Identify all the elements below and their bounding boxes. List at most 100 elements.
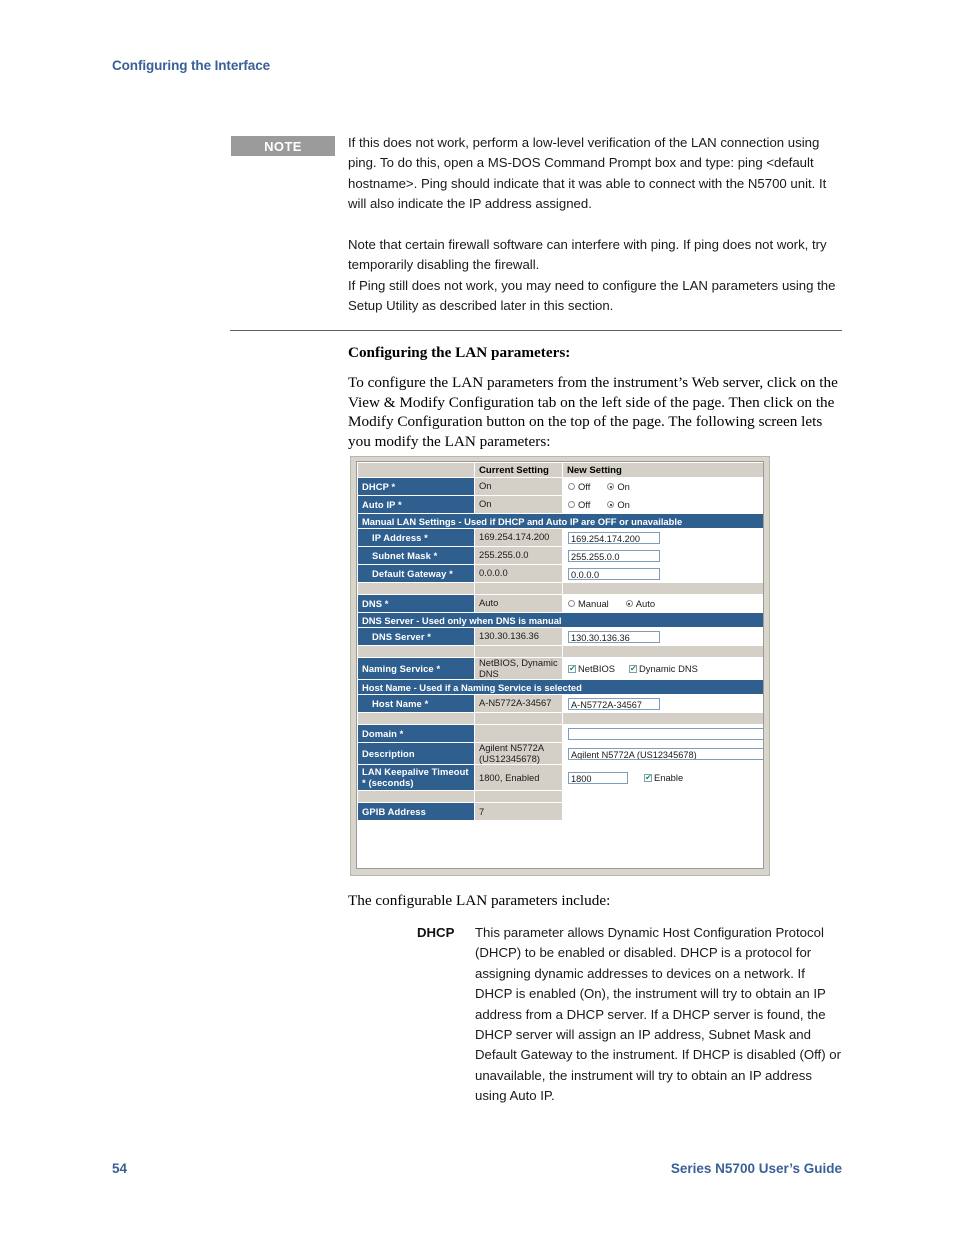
- definition-text-dhcp: This parameter allows Dynamic Host Confi…: [475, 925, 841, 1104]
- dns-server-input[interactable]: 130.30.136.36: [568, 630, 660, 643]
- table-band-dns-server: DNS Server - Used only when DNS is manua…: [357, 612, 763, 628]
- checkbox-checked-icon: [629, 664, 637, 674]
- table-row-auto-ip: Auto IP * On Off On: [357, 495, 763, 514]
- note-paragraph-2: Note that certain firewall software can …: [348, 237, 827, 273]
- spacer-cell: [474, 790, 563, 804]
- row-new-subnet-mask: 255.255.0.0: [562, 546, 763, 565]
- row-label-dns-server: DNS Server *: [357, 627, 475, 646]
- dhcp-radio-on[interactable]: On: [607, 481, 630, 492]
- dns-radio-auto-label: Auto: [635, 598, 656, 609]
- dns-radio-group: Manual Auto: [568, 598, 763, 609]
- auto-ip-radio-group: Off On: [568, 499, 763, 510]
- table-row-domain: Domain *: [357, 724, 763, 744]
- naming-service-netbios-checkbox[interactable]: NetBIOS: [568, 663, 615, 674]
- domain-input[interactable]: [568, 727, 763, 740]
- row-new-naming-service: NetBIOS Dynamic DNS: [562, 656, 763, 681]
- spacer-cell: [357, 582, 475, 595]
- table-band-manual-lan-settings: Manual LAN Settings - Used if DHCP and A…: [357, 513, 763, 529]
- dhcp-radio-off-label: Off: [578, 481, 591, 492]
- row-label-ip-address: IP Address *: [357, 528, 475, 547]
- row-label-default-gateway: Default Gateway *: [357, 564, 475, 583]
- row-new-description: Agilent N5772A (US12345678): [562, 742, 763, 766]
- table-spacer-row: [357, 582, 763, 595]
- configuration-form: Current Setting New Setting DHCP * On Of…: [356, 461, 764, 869]
- dhcp-radio-off[interactable]: Off: [568, 481, 590, 492]
- spacer-cell: [357, 645, 475, 658]
- dns-radio-auto[interactable]: Auto: [625, 598, 656, 609]
- table-row-default-gateway: Default Gateway * 0.0.0.0 0.0.0.0: [357, 564, 763, 583]
- row-current-host-name: A-N5772A-34567: [474, 694, 563, 714]
- row-new-default-gateway: 0.0.0.0: [562, 564, 763, 583]
- column-header-current-setting: Current Setting: [474, 462, 563, 478]
- note-paragraph-3: If Ping still does not work, you may nee…: [348, 277, 836, 314]
- ip-address-input[interactable]: 169.254.174.200: [568, 531, 660, 544]
- footer-guide-title: Series N5700 User’s Guide: [670, 1161, 842, 1176]
- row-current-lan-keepalive: 1800, Enabled: [474, 764, 563, 792]
- table-spacer-row: [357, 712, 763, 726]
- row-label-auto-ip: Auto IP *: [357, 495, 475, 514]
- description-input[interactable]: Agilent N5772A (US12345678): [568, 748, 763, 761]
- row-current-domain: [474, 724, 563, 744]
- lan-configuration-screenshot: Current Setting New Setting DHCP * On Of…: [350, 456, 770, 876]
- spacer-cell: [357, 712, 475, 726]
- radio-unselected-icon: [568, 501, 575, 508]
- naming-service-dynamic-dns-label: Dynamic DNS: [639, 663, 698, 675]
- dhcp-radio-on-label: On: [617, 481, 630, 492]
- table-row-host-name: Host Name * A-N5772A-34567 A-N5772A-3456…: [357, 694, 763, 714]
- row-new-ip-address: 169.254.174.200: [562, 528, 763, 547]
- section-divider: [230, 330, 842, 331]
- note-body: If this does not work, perform a low-lev…: [348, 133, 844, 317]
- table-row-description: Description Agilent N5772A (US12345678) …: [357, 742, 763, 766]
- row-label-lan-keepalive: LAN Keepalive Timeout * (seconds): [357, 764, 475, 792]
- radio-selected-icon: [607, 483, 615, 490]
- definition-term-dhcp: DHCP: [417, 925, 455, 940]
- table-row-gpib-address: GPIB Address 7: [357, 802, 763, 822]
- default-gateway-input[interactable]: 0.0.0.0: [568, 567, 660, 580]
- lan-parameters-table: Current Setting New Setting DHCP * On Of…: [357, 462, 763, 822]
- column-header-new-setting: New Setting: [562, 462, 763, 478]
- section-heading: Configuring the LAN parameters:: [348, 344, 571, 361]
- auto-ip-radio-off-label: Off: [578, 499, 591, 510]
- table-row-naming-service: Naming Service * NetBIOS, Dynamic DNS Ne…: [357, 656, 763, 681]
- checkbox-checked-icon: [568, 664, 576, 674]
- row-current-naming-service: NetBIOS, Dynamic DNS: [474, 656, 563, 681]
- row-current-auto-ip: On: [474, 495, 563, 514]
- table-row-subnet-mask: Subnet Mask * 255.255.0.0 255.255.0.0: [357, 546, 763, 565]
- row-current-dns: Auto: [474, 594, 563, 613]
- dns-radio-manual[interactable]: Manual: [568, 598, 609, 609]
- subnet-mask-input[interactable]: 255.255.0.0: [568, 549, 660, 562]
- row-new-dhcp: Off On: [562, 477, 763, 496]
- row-new-dns-server: 130.30.136.36: [562, 627, 763, 646]
- note-tag: NOTE: [231, 136, 335, 156]
- auto-ip-radio-off[interactable]: Off: [568, 499, 590, 510]
- row-new-lan-keepalive: 1800 Enable: [562, 764, 763, 792]
- row-new-gpib-address: [562, 802, 763, 822]
- host-name-input[interactable]: A-N5772A-34567: [568, 697, 660, 710]
- auto-ip-radio-on[interactable]: On: [607, 499, 630, 510]
- lan-keepalive-enable-checkbox[interactable]: Enable: [644, 772, 683, 783]
- table-band-host-name: Host Name - Used if a Naming Service is …: [357, 679, 763, 696]
- row-current-dhcp: On: [474, 477, 563, 496]
- radio-selected-icon: [607, 501, 615, 508]
- dns-radio-manual-label: Manual: [578, 598, 609, 609]
- radio-unselected-icon: [568, 600, 575, 607]
- row-new-dns: Manual Auto: [562, 594, 763, 613]
- naming-service-netbios-label: NetBIOS: [578, 663, 615, 675]
- naming-service-checkbox-group: NetBIOS Dynamic DNS: [568, 663, 763, 674]
- lan-keepalive-controls: 1800 Enable: [568, 771, 763, 784]
- table-row-dns-server: DNS Server * 130.30.136.36 130.30.136.36: [357, 627, 763, 646]
- table-spacer-row: [357, 790, 763, 804]
- row-current-ip-address: 169.254.174.200: [474, 528, 563, 547]
- spacer-cell: [562, 645, 763, 658]
- row-label-dhcp: DHCP *: [357, 477, 475, 496]
- column-header-parameter: [357, 462, 475, 478]
- row-label-description: Description: [357, 742, 475, 766]
- row-current-description: Agilent N5772A (US12345678): [474, 742, 563, 766]
- lan-keepalive-timeout-input[interactable]: 1800: [568, 771, 628, 784]
- naming-service-dynamic-dns-checkbox[interactable]: Dynamic DNS: [629, 663, 698, 674]
- row-current-subnet-mask: 255.255.0.0: [474, 546, 563, 565]
- row-current-gpib-address: 7: [474, 802, 563, 822]
- row-label-subnet-mask: Subnet Mask *: [357, 546, 475, 565]
- dhcp-radio-group: Off On: [568, 481, 763, 492]
- running-head: Configuring the Interface: [112, 58, 271, 73]
